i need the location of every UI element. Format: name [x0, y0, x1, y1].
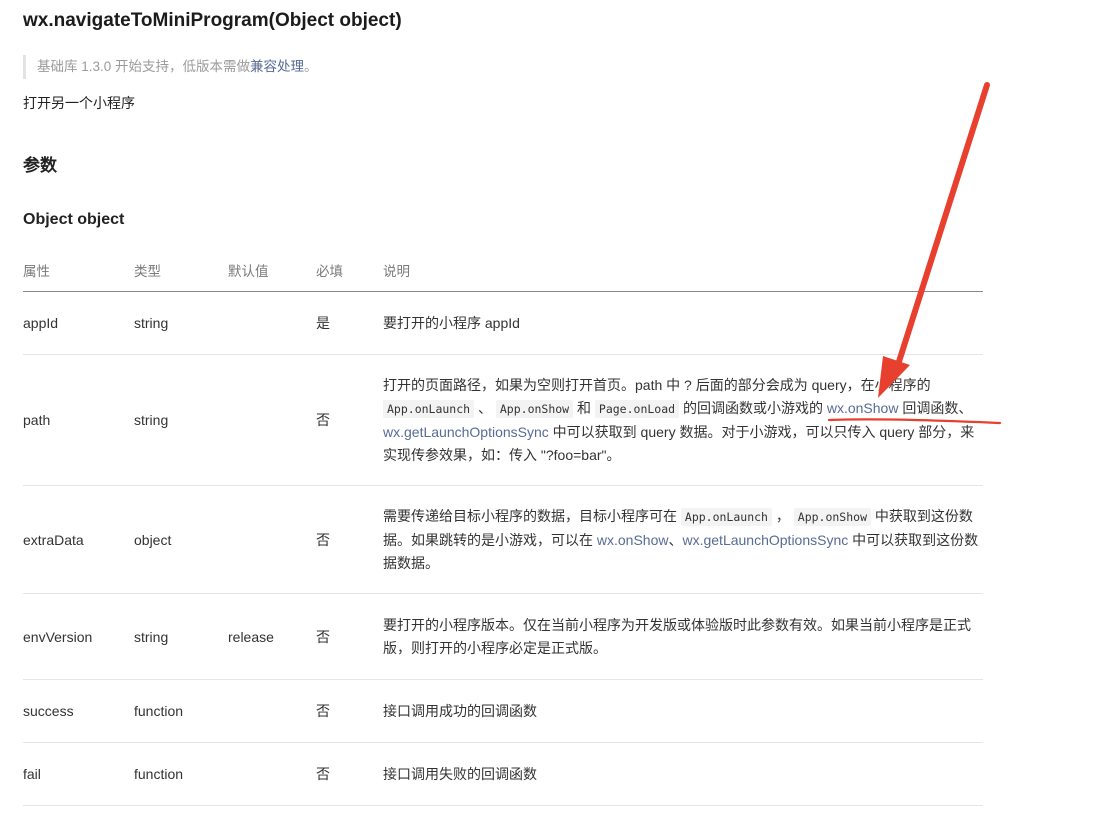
param-description: 打开的页面路径，如果为空则打开首页。path 中 ? 后面的部分会成为 quer…	[383, 354, 983, 486]
description-text: 接口调用失败的回调函数	[383, 765, 537, 782]
param-type: string	[134, 291, 228, 355]
table-row: path string 否打开的页面路径，如果为空则打开首页。path 中 ? 后面…	[23, 354, 983, 486]
table-row: appId string 是要打开的小程序 appId	[23, 291, 983, 355]
description-text: 和	[573, 399, 595, 416]
object-heading: Object object	[23, 211, 125, 228]
param-type: string	[134, 354, 228, 486]
header-property: 属性	[23, 248, 134, 292]
param-name: envVersion	[23, 593, 134, 680]
param-name: success	[23, 679, 134, 743]
param-name: path	[23, 354, 134, 486]
description-text: ，	[771, 507, 794, 524]
table-row: fail function 否接口调用失败的回调函数	[23, 742, 983, 806]
param-default	[228, 291, 316, 355]
param-description: 接口调用成功的回调函数	[383, 679, 983, 743]
description-text: 、	[474, 399, 496, 416]
params-heading: 参数	[23, 156, 57, 175]
table-header-row: 属性 类型 默认值 必填 说明	[23, 248, 983, 292]
param-type: string	[134, 593, 228, 680]
compat-link[interactable]: 兼容处理	[250, 59, 304, 74]
param-name: fail	[23, 742, 134, 806]
table-row: success function 否接口调用成功的回调函数	[23, 679, 983, 743]
param-default	[228, 354, 316, 486]
api-link[interactable]: wx.onShow	[597, 532, 669, 548]
param-description: 接口调用失败的回调函数	[383, 742, 983, 806]
param-description: 需要传递给目标小程序的数据，目标小程序可在 App.onLaunch ， App…	[383, 485, 983, 594]
page-title: wx.navigateToMiniProgram(Object object)	[23, 10, 402, 31]
description-text: 、	[668, 531, 683, 548]
api-link[interactable]: wx.getLaunchOptionsSync	[682, 532, 848, 548]
param-name: appId	[23, 291, 134, 355]
header-default: 默认值	[228, 248, 316, 292]
inline-code: App.onShow	[495, 399, 574, 418]
param-description: 要打开的小程序 appId	[383, 291, 983, 355]
version-note-suffix: 。	[304, 59, 318, 74]
param-name: extraData	[23, 485, 134, 594]
param-default	[228, 679, 316, 743]
param-description: 要打开的小程序版本。仅在当前小程序为开发版或体验版时此参数有效。如果当前小程序是…	[383, 593, 983, 680]
table-row: extraData object 否需要传递给目标小程序的数据，目标小程序可在 Ap…	[23, 485, 983, 594]
inline-code: App.onShow	[793, 507, 872, 526]
param-required: 是	[316, 291, 383, 355]
param-required: 否	[316, 593, 383, 680]
table-row: envVersion string release 否要打开的小程序版本。仅在当前小程…	[23, 593, 983, 680]
param-type: object	[134, 485, 228, 594]
version-note-text: 基础库 1.3.0 开始支持，低版本需做	[37, 59, 251, 74]
description-text: 接口调用成功的回调函数	[383, 702, 537, 719]
header-type: 类型	[134, 248, 228, 292]
description-text: 要打开的小程序版本。仅在当前小程序为开发版或体验版时此参数有效。如果当前小程序是…	[383, 616, 971, 656]
param-type: function	[134, 742, 228, 806]
param-default: release	[228, 593, 316, 680]
param-required: 否	[316, 742, 383, 806]
version-note: 基础库 1.3.0 开始支持，低版本需做兼容处理。	[23, 55, 637, 79]
inline-code: App.onLaunch	[383, 399, 475, 418]
description-text: 回调函数、	[898, 399, 973, 416]
header-required: 必填	[316, 248, 383, 292]
param-default	[228, 485, 316, 594]
header-description: 说明	[383, 248, 983, 292]
inline-code: Page.onLoad	[594, 399, 680, 418]
description-text: 打开的页面路径，如果为空则打开首页。path 中 ? 后面的部分会成为 quer…	[383, 376, 931, 393]
api-link[interactable]: wx.onShow	[827, 400, 899, 416]
description-text: 要打开的小程序 appId	[383, 314, 520, 331]
param-type: function	[134, 679, 228, 743]
api-link[interactable]: wx.getLaunchOptionsSync	[383, 424, 549, 440]
description-text: 的回调函数或小游戏的	[679, 399, 827, 416]
param-required: 否	[316, 679, 383, 743]
params-table: 属性 类型 默认值 必填 说明 appId string 是要打开的小程序 appI…	[23, 248, 983, 806]
param-required: 否	[316, 485, 383, 594]
inline-code: App.onLaunch	[680, 507, 772, 526]
param-default	[228, 742, 316, 806]
description-text: 需要传递给目标小程序的数据，目标小程序可在	[383, 507, 681, 524]
api-description: 打开另一个小程序	[23, 95, 135, 111]
param-required: 否	[316, 354, 383, 486]
